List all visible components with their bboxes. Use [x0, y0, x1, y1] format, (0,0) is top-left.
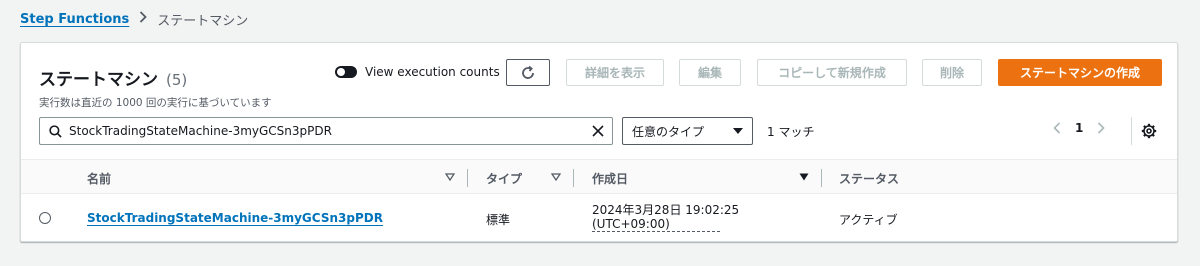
refresh-icon [520, 65, 536, 81]
toggle-switch[interactable] [335, 66, 357, 78]
search-input[interactable] [69, 124, 592, 138]
copy-to-new-button[interactable]: コピーして新規作成 [757, 59, 907, 86]
type-filter-select[interactable]: 任意のタイプ [622, 117, 753, 145]
row-select-radio[interactable] [39, 212, 51, 224]
execution-counts-toggle[interactable]: View execution counts [335, 65, 500, 79]
edit-button[interactable]: 編集 [679, 59, 741, 86]
current-page[interactable]: 1 [1075, 121, 1083, 135]
table-row[interactable]: StockTradingStateMachine-3myGCSn3pPDR 標準… [21, 194, 1177, 241]
table-header: 名前 タイプ 作成日 ステータス [21, 159, 1177, 194]
panel-subtitle: 実行数は直近の 1000 回の実行に基づいています [39, 97, 272, 109]
chevron-right-icon[interactable] [1097, 122, 1105, 134]
state-machine-count: (5) [166, 71, 188, 89]
created-date-line: 2024年3月28日 19:02:25 [592, 203, 740, 217]
state-machine-name-link[interactable]: StockTradingStateMachine-3myGCSn3pPDR [87, 211, 383, 225]
state-machine-status: アクティブ [839, 213, 898, 227]
sort-desc-icon[interactable] [799, 173, 809, 181]
close-icon[interactable] [592, 125, 604, 137]
chevron-left-icon[interactable] [1053, 122, 1061, 134]
search-box[interactable] [39, 117, 613, 145]
chevron-right-icon [139, 11, 148, 27]
panel-header: ステートマシン (5) 実行数は直近の 1000 回の実行に基づいています [39, 65, 272, 110]
created-date-timezone: (UTC+09:00) [592, 217, 720, 232]
delete-button[interactable]: 削除 [922, 59, 982, 86]
column-divider[interactable] [573, 169, 574, 187]
page-title: ステートマシン (5) [39, 65, 272, 90]
view-details-button[interactable]: 詳細を表示 [566, 59, 664, 86]
column-header-name[interactable]: 名前 [87, 170, 111, 187]
column-divider[interactable] [467, 169, 468, 187]
toggle-label: View execution counts [365, 65, 500, 79]
toggle-knob [337, 68, 345, 76]
search-icon [49, 124, 62, 138]
sort-icon[interactable] [445, 173, 455, 181]
pagination: 1 [1053, 121, 1105, 135]
sort-icon[interactable] [551, 173, 561, 181]
state-machine-type: 標準 [486, 213, 511, 227]
gear-icon[interactable] [1141, 123, 1157, 139]
column-header-type[interactable]: タイプ [486, 170, 522, 187]
breadcrumb-current: ステートマシン [157, 13, 249, 29]
pager-divider [1131, 117, 1132, 145]
column-header-status[interactable]: ステータス [839, 170, 899, 187]
breadcrumb-step-functions-link[interactable]: Step Functions [20, 12, 129, 27]
state-machine-created-date: 2024年3月28日 19:02:25 (UTC+09:00) [592, 203, 740, 232]
column-header-created[interactable]: 作成日 [592, 170, 628, 187]
state-machines-panel: ステートマシン (5) 実行数は直近の 1000 回の実行に基づいています Vi… [20, 42, 1178, 242]
breadcrumb: Step Functions ステートマシン [20, 10, 249, 29]
match-count: 1 マッチ [767, 125, 815, 139]
type-filter-value: 任意のタイプ [632, 124, 705, 139]
refresh-button[interactable] [506, 59, 550, 86]
column-divider[interactable] [821, 169, 822, 187]
page-title-text: ステートマシン [39, 70, 158, 90]
caret-down-icon [733, 127, 743, 135]
create-state-machine-button[interactable]: ステートマシンの作成 [998, 59, 1162, 86]
